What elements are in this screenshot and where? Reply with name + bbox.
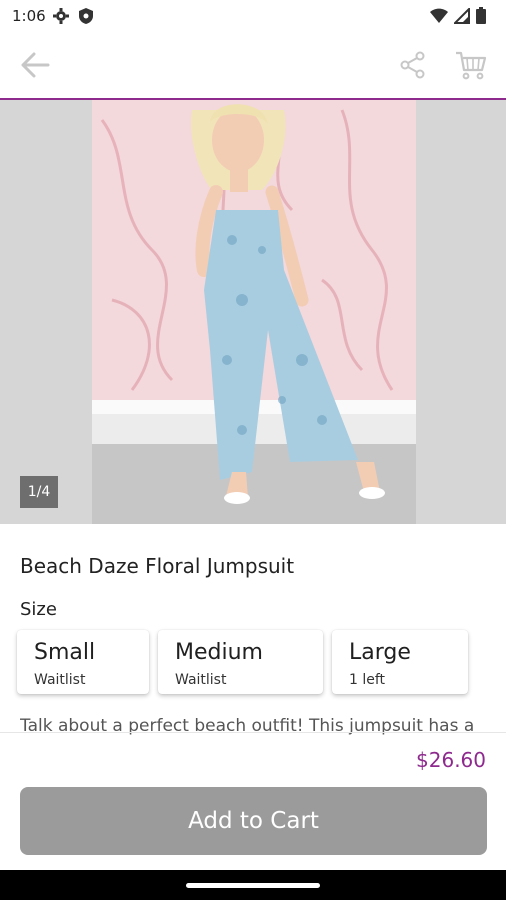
size-status: Waitlist xyxy=(175,672,227,688)
share-button[interactable] xyxy=(396,50,430,84)
size-name: Large xyxy=(349,640,411,665)
size-option-small[interactable]: Small Waitlist xyxy=(17,630,149,694)
wifi-icon xyxy=(430,8,448,28)
image-page-indicator: 1/4 xyxy=(20,476,58,508)
product-details-sheet: Beach Daze Floral Jumpsuit Size Small Wa… xyxy=(0,524,506,760)
product-price: $26.60 xyxy=(416,748,486,772)
status-time: 1:06 xyxy=(12,7,46,25)
status-bar: 1:06 xyxy=(0,0,506,32)
product-photo xyxy=(92,100,416,524)
divider xyxy=(0,732,506,733)
app-bar xyxy=(0,32,506,98)
size-name: Medium xyxy=(175,640,263,665)
product-title: Beach Daze Floral Jumpsuit xyxy=(20,554,295,578)
size-option-large[interactable]: Large 1 left xyxy=(332,630,468,694)
cart-button[interactable] xyxy=(452,48,490,86)
product-description: Talk about a perfect beach outfit! This … xyxy=(20,716,475,736)
battery-icon xyxy=(476,7,486,28)
cart-icon xyxy=(455,50,487,84)
size-option-medium[interactable]: Medium Waitlist xyxy=(158,630,323,694)
size-status: 1 left xyxy=(349,672,386,688)
back-arrow-icon xyxy=(20,52,50,82)
back-button[interactable] xyxy=(18,50,52,84)
share-icon xyxy=(399,51,427,83)
shield-icon xyxy=(78,7,94,29)
add-to-cart-button[interactable]: Add to Cart xyxy=(20,787,487,855)
size-name: Small xyxy=(34,640,96,665)
product-image-gallery[interactable] xyxy=(0,100,506,524)
signal-icon xyxy=(452,6,470,28)
settings-gear-icon xyxy=(52,7,70,29)
size-status: Waitlist xyxy=(34,672,86,688)
home-gesture-handle[interactable] xyxy=(186,883,320,888)
size-label: Size xyxy=(20,599,57,620)
